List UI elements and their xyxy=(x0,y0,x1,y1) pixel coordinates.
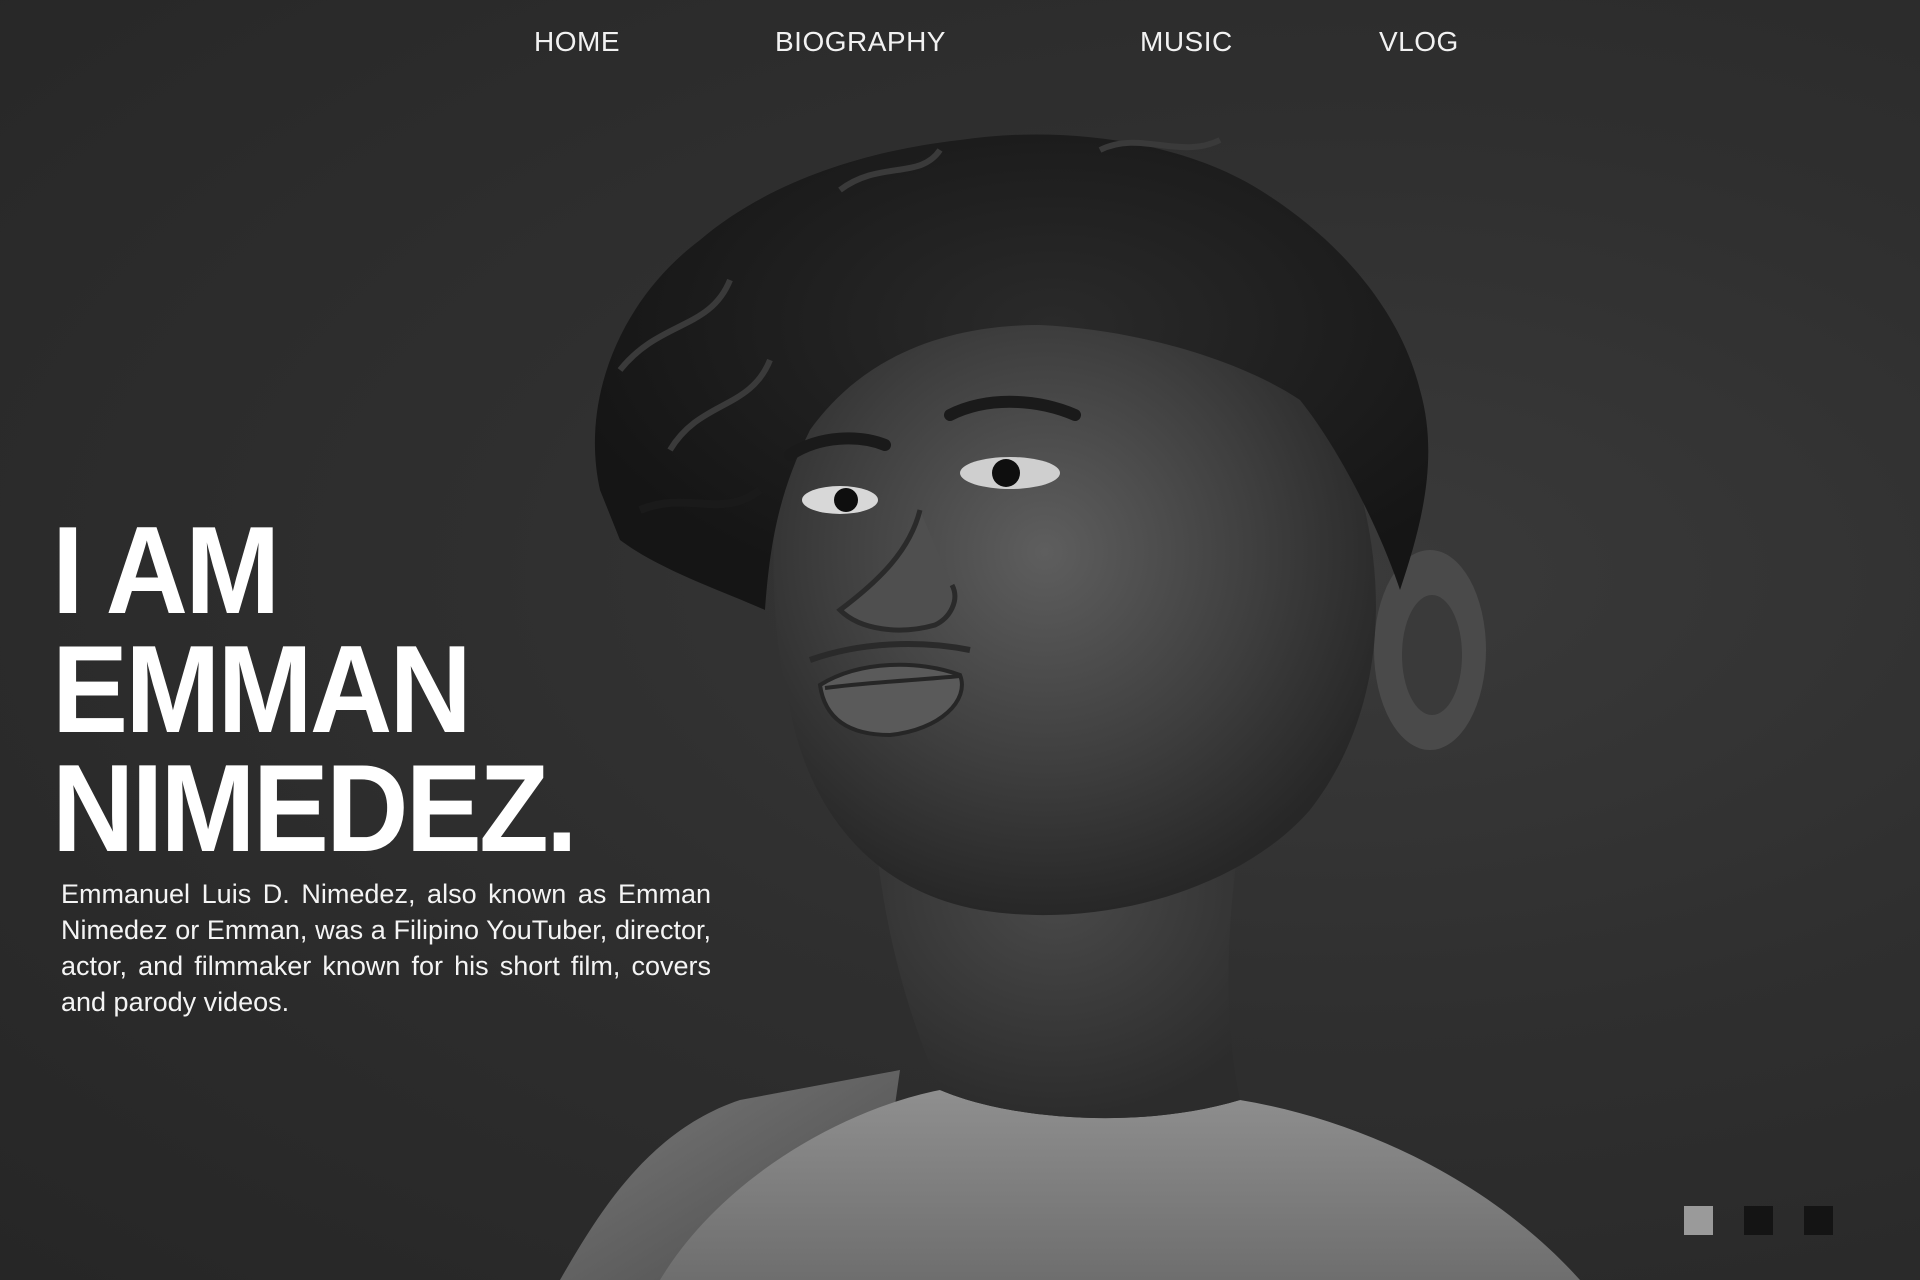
hero-description: Emmanuel Luis D. Nimedez, also known as … xyxy=(61,879,711,1017)
slider-dots xyxy=(1684,1206,1833,1235)
hero-section: HOME BIOGRAPHY MUSIC VLOG I AM EMMAN NIM… xyxy=(0,0,1920,1280)
portrait-photo xyxy=(560,134,1580,1280)
top-nav: HOME BIOGRAPHY MUSIC VLOG xyxy=(0,0,1920,92)
slider-dot-3[interactable] xyxy=(1804,1206,1833,1235)
nav-home-link[interactable]: HOME xyxy=(534,26,620,58)
hero-title-line: NIMEDEZ. xyxy=(52,740,578,878)
slider-dot-2[interactable] xyxy=(1744,1206,1773,1235)
nav-biography-link[interactable]: BIOGRAPHY xyxy=(775,26,946,58)
hero-title-line: I AM xyxy=(52,502,280,640)
nav-music-link[interactable]: MUSIC xyxy=(1140,26,1233,58)
nav-vlog-link[interactable]: VLOG xyxy=(1379,26,1459,58)
slider-dot-1[interactable] xyxy=(1684,1206,1713,1235)
hero-title: I AM EMMAN NIMEDEZ. xyxy=(52,502,578,878)
hero-title-line: EMMAN xyxy=(52,621,472,759)
